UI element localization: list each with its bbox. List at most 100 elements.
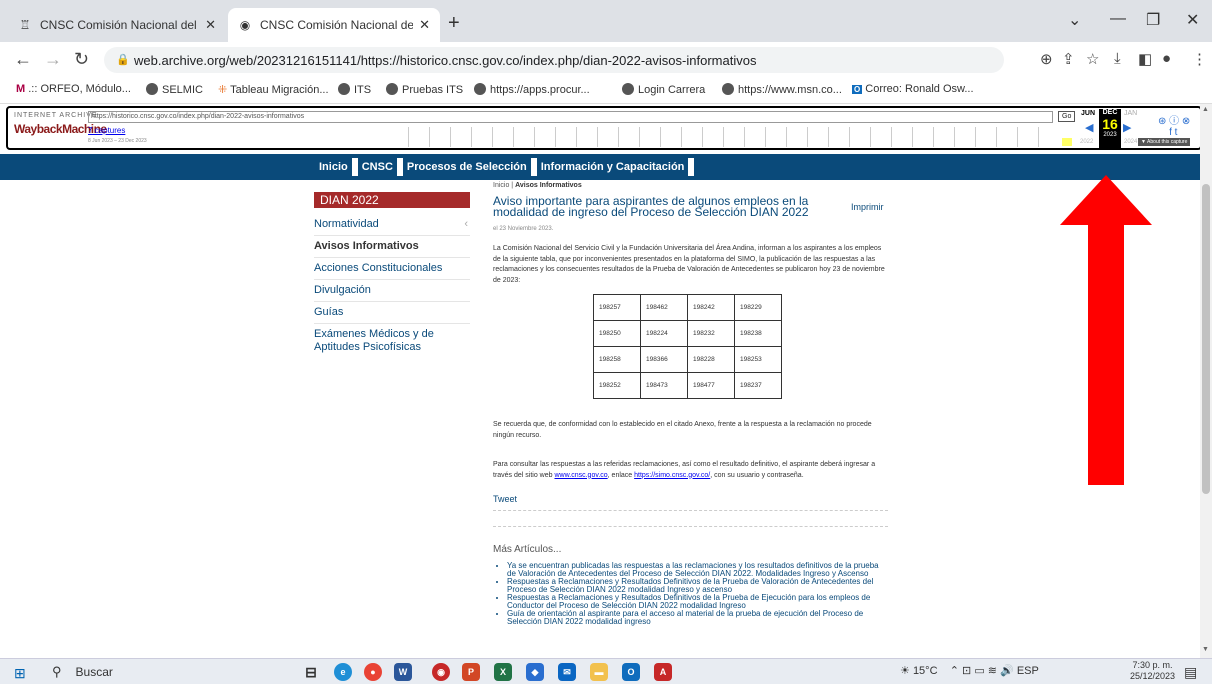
lock-icon[interactable]: 🔒 [116,53,130,66]
print-link[interactable]: Imprimir [851,202,884,212]
list-item[interactable]: Respuestas a Reclamaciones y Resultados … [507,594,887,610]
tweet-button[interactable]: Tweet [493,494,517,504]
chrome-icon[interactable]: ● [364,663,382,681]
bookmark-selmic[interactable]: SELMIC [146,83,203,96]
cnsc-link[interactable]: www.cnsc.gov.co [554,472,607,479]
article-paragraph: Se recuerda que, de conformidad con lo e… [493,421,872,439]
battery-icon[interactable]: ▭ [974,665,984,677]
sidebar-item-examenes[interactable]: Exámenes Médicos y de Aptitudes Psicofís… [314,324,444,358]
bookmark-procur[interactable]: https://apps.procur... [474,83,590,96]
tray-chevron-icon[interactable]: ⌃ [950,665,959,677]
share-icon[interactable]: ⇪ [1062,50,1075,68]
simo-link[interactable]: https://simo.cnsc.gov.co/ [634,472,710,479]
network-icon[interactable]: ⊡ [962,665,971,677]
sidebar-item-divulgacion[interactable]: Divulgación [314,280,470,302]
menu-icon[interactable]: ⋮ [1192,50,1207,68]
breadcrumb-home[interactable]: Inicio [493,182,509,189]
edge-icon[interactable]: e [334,663,352,681]
about-capture-button[interactable]: ▼ About this capture [1138,138,1191,146]
bookmark-tableau[interactable]: ⁜ Tableau Migración... [218,83,329,96]
zoom-icon[interactable]: ⊕ [1040,50,1053,68]
list-item[interactable]: Ya se encuentran publicadas las respuest… [507,562,887,578]
url-text[interactable]: web.archive.org/web/20231216151141/https… [134,53,756,68]
bookmark-its[interactable]: ITS [338,83,371,96]
scrollbar[interactable]: ▲ ▼ [1200,104,1212,658]
bookmark-login-carrera[interactable]: Login Carrera [622,83,705,96]
article: Inicio | Avisos Informativos Aviso impor… [493,182,889,626]
close-window-button[interactable]: ✕ [1186,10,1199,30]
bookmark-msn[interactable]: https://www.msn.co... [722,83,842,96]
captures-link[interactable]: 7 captures [88,126,125,135]
search-label: Buscar [75,665,113,679]
nav-cnsc[interactable]: CNSC [359,161,396,173]
sidebar: DIAN 2022 Normatividad ‹ Avisos Informati… [314,192,470,358]
next-year[interactable]: 2024 [1124,139,1137,145]
red-arrow-annotation [1060,175,1152,485]
wayback-url-input[interactable]: https://historico.cnsc.gov.co/index.php/… [88,111,1053,123]
acrobat-icon[interactable]: A [654,663,672,681]
tab-active[interactable]: ◉ CNSC Comisión Nacional del Se ✕ [228,8,440,42]
task-view-icon[interactable]: ⊟ [302,663,320,681]
nav-procesos[interactable]: Procesos de Selección [404,161,530,173]
word-icon[interactable]: W [394,663,412,681]
powerpoint-icon[interactable]: P [462,663,480,681]
next-capture-icon[interactable]: ▶ [1123,121,1131,134]
address-bar[interactable]: 🔒 web.archive.org/web/20231216151141/htt… [104,47,1004,73]
taskbar-search[interactable]: ⚲ Buscar [52,662,284,682]
table-cell: 198224 [640,320,688,347]
new-tab-button[interactable]: + [448,12,460,35]
back-button[interactable]: ← [14,49,32,70]
windows-start-icon[interactable]: ⊞ [14,665,26,682]
weather-icon[interactable]: ☀ [900,665,910,677]
sidebar-item-avisos[interactable]: Avisos Informativos [314,236,470,258]
close-tab-icon[interactable]: ✕ [419,17,430,33]
next-month[interactable]: JAN [1124,110,1137,117]
restore-button[interactable]: ❐ [1146,10,1160,30]
wayback-social-icons[interactable]: ⊛ ⓘ ⊗ f t [1158,112,1190,138]
nav-inicio[interactable]: Inicio [316,161,351,173]
capture-histogram[interactable] [408,127,1048,147]
weather-temp[interactable]: 15°C [913,665,938,677]
prev-capture-icon[interactable]: ◀ [1085,121,1093,134]
scroll-down-icon[interactable]: ▼ [1202,646,1209,653]
mail-icon[interactable]: ✉ [558,663,576,681]
prev-year[interactable]: 2022 [1080,139,1093,145]
app-red-icon[interactable]: ◉ [432,663,450,681]
download-icon[interactable]: ⤓ [1114,50,1121,67]
notifications-icon[interactable]: ▤ [1184,664,1197,681]
app-blue-icon[interactable]: ◆ [526,663,544,681]
tab-search-icon[interactable]: ⌄ [1068,10,1081,30]
sidebar-item-normatividad[interactable]: Normatividad ‹ [314,214,470,236]
go-button[interactable]: Go [1058,111,1076,122]
bookmark-pruebas-its[interactable]: Pruebas ITS [386,83,463,96]
forward-button[interactable]: → [44,49,62,70]
browser-toolbar: ← → ↻ 🔒 web.archive.org/web/202312161511… [0,42,1212,78]
prev-month[interactable]: JUN [1081,110,1095,117]
list-item[interactable]: Respuestas a Reclamaciones y Resultados … [507,578,887,594]
sidebar-item-guias[interactable]: Guías [314,302,470,324]
minimize-button[interactable]: — [1110,10,1126,28]
reload-button[interactable]: ↻ [74,49,89,70]
bookmark-orfeo[interactable]: M .:: ORFEO, Módulo... [16,83,131,95]
outlook-icon[interactable]: O [622,663,640,681]
chevron-left-icon: ‹ [464,218,468,230]
nav-informacion[interactable]: Información y Capacitación [538,161,688,173]
sidebar-item-acciones[interactable]: Acciones Constitucionales [314,258,470,280]
table-cell: 198258 [593,346,641,373]
volume-icon[interactable]: 🔊 [1000,665,1014,677]
clock[interactable]: 7:30 p. m. 25/12/2023 [1130,660,1175,682]
bookmark-star-icon[interactable]: ☆ [1086,50,1099,68]
close-tab-icon[interactable]: ✕ [205,17,216,33]
list-item[interactable]: Guía de orientación al aspirante para el… [507,610,887,626]
scroll-up-icon[interactable]: ▲ [1202,106,1209,113]
wifi-icon[interactable]: ≋ [988,665,997,677]
profile-icon[interactable]: ● [1162,50,1171,67]
bookmark-correo[interactable]: O Correo: Ronald Osw... [852,83,974,95]
tab-inactive[interactable]: ♖ CNSC Comisión Nacional del Se ✕ [8,8,226,42]
arrow-shape [1060,175,1152,485]
excel-icon[interactable]: X [494,663,512,681]
file-explorer-icon[interactable]: ▬ [590,663,608,681]
scroll-thumb[interactable] [1202,184,1210,494]
sidepanel-icon[interactable]: ◧ [1138,50,1152,68]
language-indicator[interactable]: ESP [1017,665,1039,677]
